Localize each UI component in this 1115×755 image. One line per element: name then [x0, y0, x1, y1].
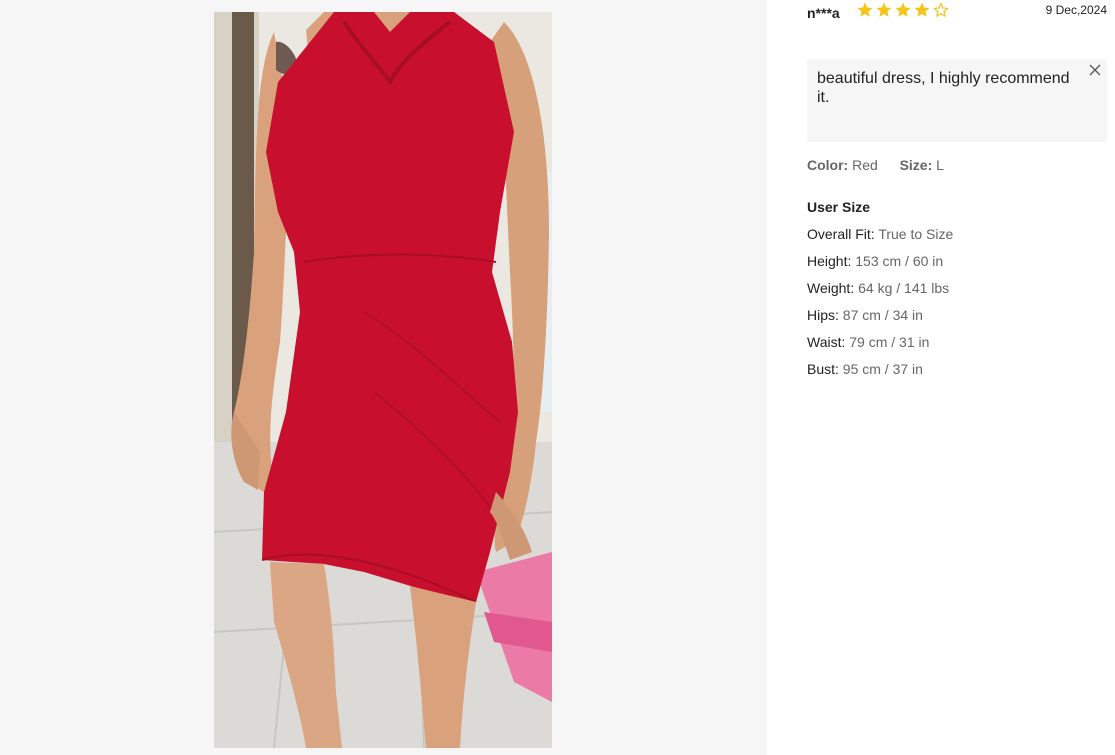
review-date: 9 Dec,2024	[1045, 3, 1107, 17]
size-item-value: 79 cm / 31 in	[849, 334, 930, 350]
list-item: Hips: 87 cm / 34 in	[807, 307, 953, 334]
star-filled-icon	[895, 2, 911, 17]
review-comment-text: beautiful dress, I highly recommend it.	[817, 70, 1070, 106]
star-filled-icon	[876, 2, 892, 17]
user-size-list: Overall Fit: True to Size Height: 153 cm…	[807, 226, 953, 388]
star-filled-icon	[857, 2, 873, 17]
user-size-title: User Size	[807, 199, 871, 215]
size-item-label: Hips:	[807, 307, 839, 323]
size-item-value: True to Size	[878, 226, 954, 242]
star-outline-icon	[932, 2, 950, 18]
image-viewer	[0, 0, 767, 755]
size-item-label: Overall Fit:	[807, 226, 875, 242]
size-item-label: Waist:	[807, 334, 846, 350]
review-photo[interactable]	[214, 12, 552, 748]
purchase-attributes: Color: Red Size: L	[807, 157, 944, 173]
rating-stars	[856, 1, 950, 19]
list-item: Waist: 79 cm / 31 in	[807, 334, 953, 361]
list-item: Weight: 64 kg / 141 lbs	[807, 280, 953, 307]
size-value: L	[936, 157, 944, 173]
color-label: Color:	[807, 157, 849, 173]
review-panel: n***a 9 Dec,2024 beautiful dress, I high…	[807, 0, 1107, 755]
list-item: Height: 153 cm / 60 in	[807, 253, 953, 280]
size-item-value: 64 kg / 141 lbs	[858, 280, 950, 296]
size-label: Size:	[899, 157, 933, 173]
size-item-label: Bust:	[807, 361, 839, 377]
size-item-value: 87 cm / 34 in	[842, 307, 923, 323]
size-item-label: Weight:	[807, 280, 855, 296]
reviewer-name: n***a	[807, 5, 840, 21]
size-item-label: Height:	[807, 253, 852, 269]
size-item-value: 153 cm / 60 in	[855, 253, 944, 269]
list-item: Bust: 95 cm / 37 in	[807, 361, 953, 388]
star-filled-icon	[914, 2, 930, 17]
color-value: Red	[852, 157, 878, 173]
list-item: Overall Fit: True to Size	[807, 226, 953, 253]
review-comment-box: beautiful dress, I highly recommend it.	[807, 59, 1107, 142]
close-icon[interactable]	[1089, 64, 1101, 76]
dress-photo-illustration	[214, 12, 552, 748]
size-item-value: 95 cm / 37 in	[842, 361, 923, 377]
